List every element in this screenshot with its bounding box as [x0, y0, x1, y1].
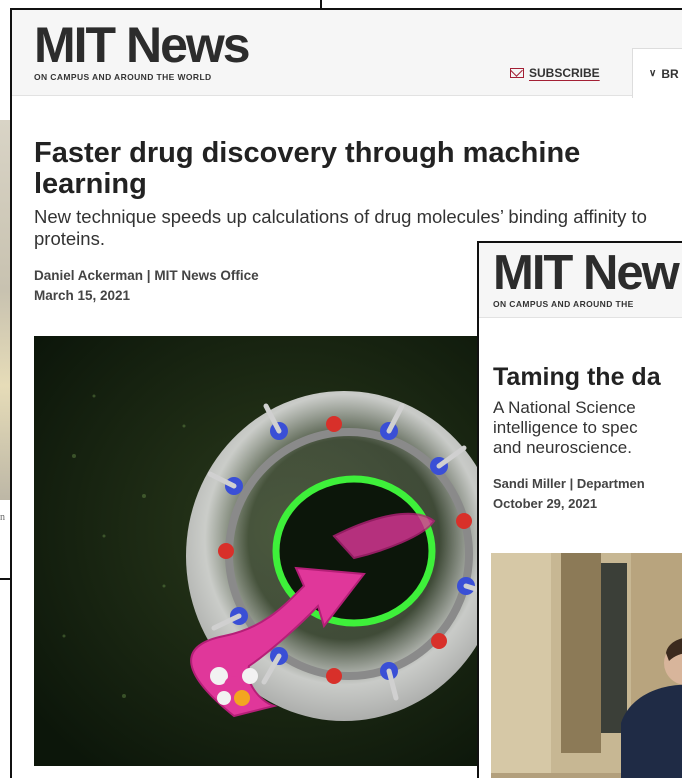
overlay-dek: A National Science intelligence to spec … — [493, 398, 682, 458]
site-header: MIT News ON CAMPUS AND AROUND THE WORLD … — [12, 10, 682, 98]
molecule-image — [34, 336, 504, 766]
overlay-dek-line2: intelligence to spec — [493, 418, 638, 437]
browse-button[interactable]: ∨ BR — [632, 48, 682, 98]
mail-icon — [510, 68, 524, 78]
browse-label: BR — [661, 66, 679, 81]
overlay-article-header: Taming the da A National Science intelli… — [493, 363, 682, 514]
overlay-logo-text: MIT New — [493, 246, 680, 300]
overlay-headline: Taming the da — [493, 363, 661, 391]
overlay-mit-news-logo[interactable]: MIT New ON CAMPUS AND AROUND THE — [493, 246, 680, 310]
overlay-author[interactable]: Sandi Miller | Departmen — [493, 474, 682, 494]
article-headline: Faster drug discovery through machine le… — [34, 137, 581, 200]
background-caption: n — [0, 512, 5, 523]
portrait-illustration — [491, 553, 682, 778]
subscribe-link[interactable]: SUBSCRIBE — [510, 66, 600, 80]
logo-tagline: ON CAMPUS AND AROUND THE WORLD — [34, 72, 212, 82]
overlay-dek-line1: A National Science — [493, 398, 636, 417]
mit-news-logo[interactable]: MIT News ON CAMPUS AND AROUND THE WORLD — [34, 17, 251, 82]
chevron-down-icon: ∨ — [649, 68, 657, 79]
portrait-photo — [491, 553, 682, 778]
overlay-article-card: MIT New ON CAMPUS AND AROUND THE Taming … — [477, 241, 682, 778]
overlay-date: October 29, 2021 — [493, 496, 598, 511]
subscribe-label: SUBSCRIBE — [529, 66, 600, 80]
molecule-illustration — [34, 336, 504, 766]
overlay-logo-tagline: ON CAMPUS AND AROUND THE — [493, 299, 634, 309]
overlay-byline: Sandi Miller | Departmen October 29, 202… — [493, 474, 682, 514]
overlay-dek-line3: and neuroscience. — [493, 438, 632, 457]
overlay-site-header: MIT New ON CAMPUS AND AROUND THE — [479, 243, 682, 318]
logo-text: MIT News — [34, 17, 251, 73]
